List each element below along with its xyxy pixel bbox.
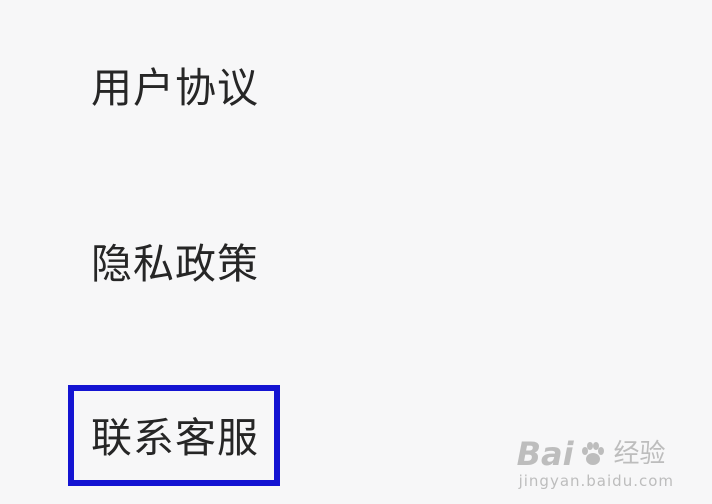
paw-icon bbox=[581, 442, 604, 465]
watermark: Bai 经验 jingyan.baidu.com bbox=[517, 438, 674, 490]
watermark-url: jingyan.baidu.com bbox=[518, 472, 674, 490]
highlight-box bbox=[68, 385, 280, 486]
menu-item-privacy-policy[interactable]: 隐私政策 bbox=[91, 244, 259, 285]
watermark-brand-right: 经验 bbox=[613, 439, 666, 469]
settings-screen: 用户协议 隐私政策 联系客服 Bai 经验 jingyan.baidu.com bbox=[0, 0, 712, 504]
watermark-brand-left: Bai bbox=[516, 435, 574, 473]
menu-item-user-agreement[interactable]: 用户协议 bbox=[91, 68, 259, 109]
